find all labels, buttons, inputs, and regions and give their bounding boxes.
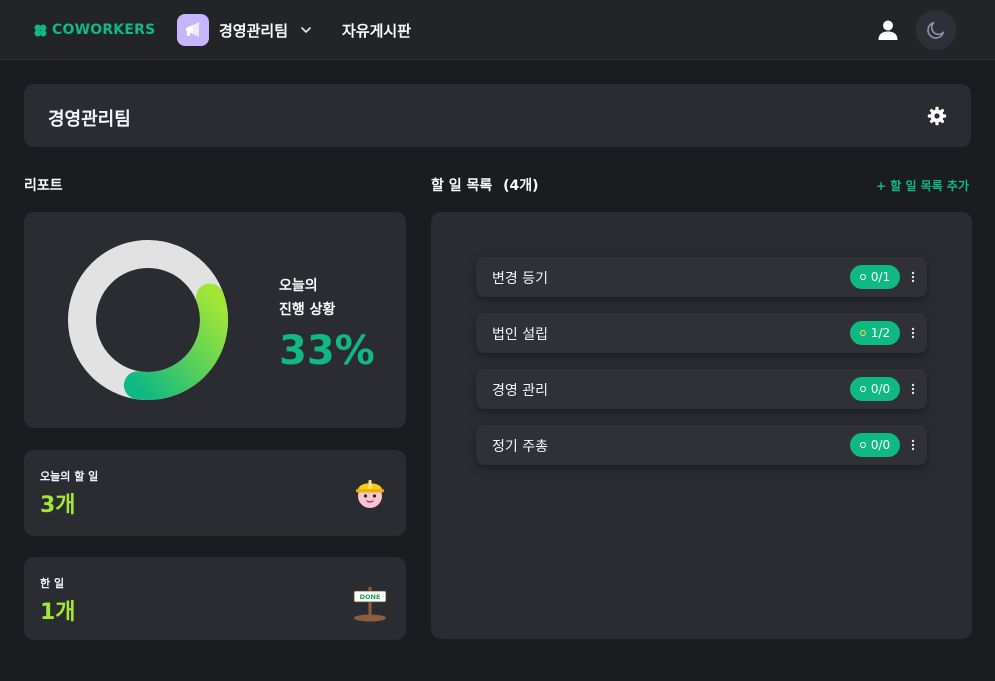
today-todo-value: 3개 <box>40 493 76 518</box>
todo-list-item[interactable]: 변경 등기 0/1 <box>476 257 927 297</box>
chevron-down-icon <box>301 27 311 33</box>
coworkers-logo[interactable]: COWORKERS <box>34 21 155 39</box>
todo-status-text: 0/1 <box>870 270 891 284</box>
add-todo-list-link[interactable]: + 할 일 목록 추가 <box>876 177 969 194</box>
logo-text: COWORKERS <box>52 22 156 38</box>
status-dot-icon <box>859 330 866 336</box>
todo-status-badge: 1/2 <box>850 321 900 345</box>
team-header-card: 경영관리팀 <box>24 84 971 147</box>
megaphone-icon <box>177 14 209 46</box>
todo-status-text: 1/2 <box>870 326 891 340</box>
gear-icon[interactable] <box>927 106 947 126</box>
done-sign-text: DONE <box>360 593 381 601</box>
kebab-menu-icon[interactable] <box>907 437 919 453</box>
todo-list-count: (4개) <box>503 178 539 194</box>
kebab-menu-icon[interactable] <box>907 269 919 285</box>
done-card: 한 일 1개 DONE <box>24 557 406 640</box>
todo-status-text: 0/0 <box>870 438 891 452</box>
done-label: 한 일 <box>40 577 65 590</box>
worker-face-icon <box>356 480 384 508</box>
today-todo-card: 오늘의 할 일 3개 <box>24 450 406 536</box>
kebab-menu-icon[interactable] <box>907 381 919 397</box>
todo-list-name: 정기 주총 <box>492 439 548 455</box>
donut-progress-arc <box>123 283 228 400</box>
todo-list-name: 법인 설립 <box>492 327 548 343</box>
moon-icon <box>927 21 945 39</box>
todo-list-item[interactable]: 경영 관리 0/0 <box>476 369 927 409</box>
done-value: 1개 <box>40 600 76 625</box>
progress-label: 오늘의 진행 상황 <box>279 274 335 322</box>
kebab-menu-icon[interactable] <box>907 325 919 341</box>
status-dot-icon <box>859 442 866 448</box>
todo-status-badge: 0/1 <box>850 265 900 289</box>
free-board-link[interactable]: 자유게시판 <box>342 20 411 41</box>
user-icon[interactable] <box>876 18 900 42</box>
progress-label-line2: 진행 상황 <box>279 302 336 318</box>
todo-list-name: 경영 관리 <box>492 383 548 399</box>
todo-list-card: 변경 등기 0/1 법인 설립 1/2 경영 관리 0/0 정기 주총 0/0 <box>431 212 972 639</box>
team-selector[interactable]: 경영관리팀 <box>177 14 312 46</box>
todo-status-text: 0/0 <box>870 382 891 396</box>
report-section-title: 리포트 <box>24 178 63 194</box>
top-navigation-bar: COWORKERS 경영관리팀 자유게시판 <box>0 0 995 60</box>
today-todo-label: 오늘의 할 일 <box>40 470 99 483</box>
todo-list-item[interactable]: 정기 주총 0/0 <box>476 425 927 465</box>
progress-card: 오늘의 진행 상황 33% <box>24 212 406 428</box>
todo-list-name: 변경 등기 <box>492 271 548 287</box>
todo-status-badge: 0/0 <box>850 433 900 457</box>
todo-list-title: 할 일 목록 <box>431 178 493 194</box>
team-name: 경영관리팀 <box>219 21 289 40</box>
team-title: 경영관리팀 <box>48 109 131 130</box>
status-dot-icon <box>859 274 866 280</box>
progress-donut <box>68 240 228 400</box>
done-signpost-icon: DONE <box>353 587 387 622</box>
clover-icon <box>34 24 47 36</box>
progress-percent: 33% <box>279 328 375 374</box>
status-dot-icon <box>859 386 866 392</box>
todo-list-item[interactable]: 법인 설립 1/2 <box>476 313 927 353</box>
todo-status-badge: 0/0 <box>850 377 900 401</box>
theme-toggle-button[interactable] <box>916 10 956 50</box>
todo-list-heading: 할 일 목록 (4개) <box>431 175 539 195</box>
progress-label-line1: 오늘의 <box>279 278 318 294</box>
